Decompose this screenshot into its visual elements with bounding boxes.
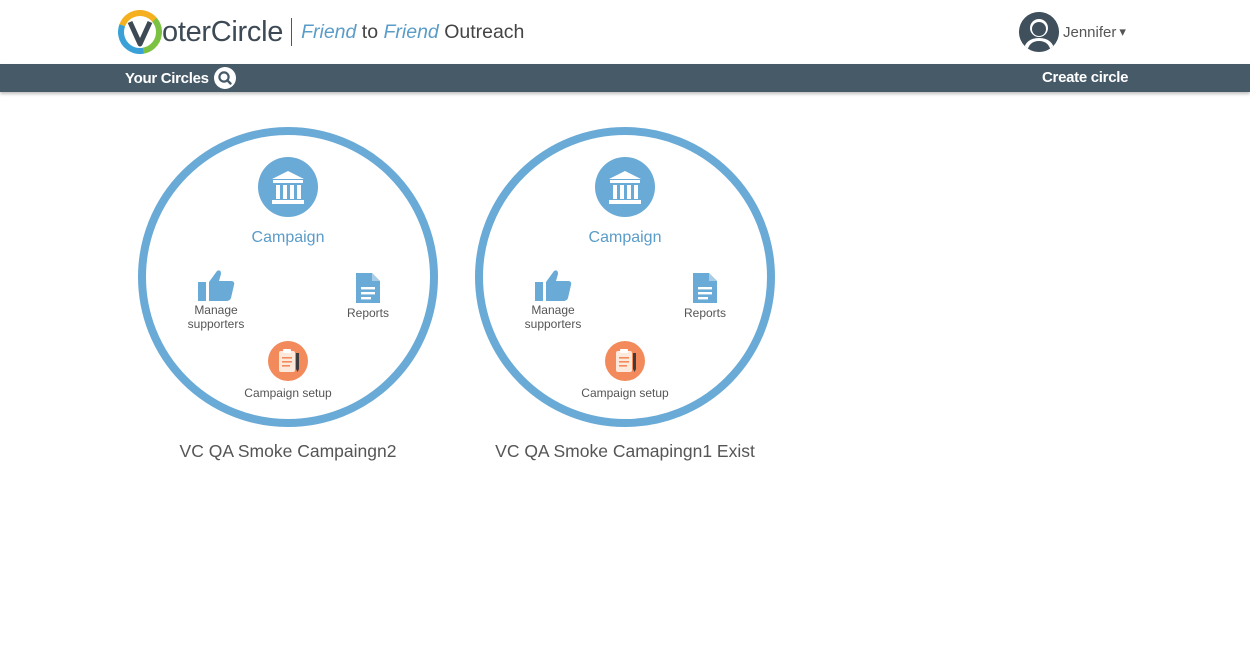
bank-icon[interactable]	[258, 157, 318, 217]
logo-v-icon	[118, 10, 162, 54]
tagline-word-outreach: Outreach	[444, 20, 525, 43]
circle-card: Campaign Manage supporters Reports Campa…	[138, 127, 438, 462]
manage-label-line1: Manage	[194, 303, 238, 317]
manage-label-line2: supporters	[524, 317, 582, 331]
campaign-setup-label: Campaign setup	[581, 386, 669, 400]
circle-category-label[interactable]: Campaign	[483, 229, 767, 247]
circle-title[interactable]: VC QA Smoke Camapingn1 Exist	[475, 441, 775, 462]
circle-category-label[interactable]: Campaign	[146, 229, 430, 247]
search-icon[interactable]	[213, 67, 236, 89]
document-icon	[330, 271, 406, 305]
tagline-divider	[291, 18, 293, 46]
manage-supporters-button[interactable]: Manage supporters	[171, 269, 261, 331]
tagline-word-friend: Friend	[301, 20, 357, 43]
create-circle-button[interactable]: Create circle	[1042, 64, 1128, 92]
nav-bar: Your Circles Create circle	[0, 64, 1250, 92]
circle-card: Campaign Manage supporters Reports Campa…	[475, 127, 775, 462]
tagline-word-to: to	[361, 20, 379, 43]
bank-icon[interactable]	[595, 157, 655, 217]
reports-label: Reports	[346, 306, 390, 320]
thumbs-up-icon	[508, 269, 598, 303]
your-circles-section: Your Circles	[125, 64, 236, 92]
circle-ring: Campaign Manage supporters Reports Campa…	[475, 127, 775, 427]
manage-supporters-button[interactable]: Manage supporters	[508, 269, 598, 331]
campaign-setup-button[interactable]: Campaign setup	[565, 341, 685, 400]
document-icon	[667, 271, 743, 305]
tagline-word-friend-2: Friend	[383, 20, 439, 43]
campaign-setup-button[interactable]: Campaign setup	[228, 341, 348, 400]
logo-wordmark: oterCircle	[162, 15, 284, 48]
reports-label: Reports	[683, 306, 727, 320]
circle-ring: Campaign Manage supporters Reports Campa…	[138, 127, 438, 427]
reports-button[interactable]: Reports	[667, 271, 743, 320]
user-name: Jennifer	[1063, 23, 1117, 41]
circle-title[interactable]: VC QA Smoke Campaingn2	[138, 441, 438, 462]
manage-label-line1: Manage	[531, 303, 575, 317]
thumbs-up-icon	[171, 269, 261, 303]
tagline: Friend to Friend Outreach	[301, 21, 524, 44]
reports-button[interactable]: Reports	[330, 271, 406, 320]
manage-label-line2: supporters	[187, 317, 245, 331]
app-header: oterCircle Friend to Friend Outreach Jen…	[0, 0, 1250, 64]
user-avatar-icon	[1019, 12, 1059, 52]
votercircle-logo[interactable]: oterCircle Friend to Friend Outreach	[118, 10, 524, 54]
user-menu[interactable]: Jennifer ▾	[1019, 12, 1126, 52]
clipboard-icon	[268, 341, 308, 381]
campaign-setup-label: Campaign setup	[244, 386, 332, 400]
chevron-down-icon: ▾	[1119, 24, 1126, 39]
your-circles-title: Your Circles	[125, 69, 209, 87]
clipboard-icon	[605, 341, 645, 381]
